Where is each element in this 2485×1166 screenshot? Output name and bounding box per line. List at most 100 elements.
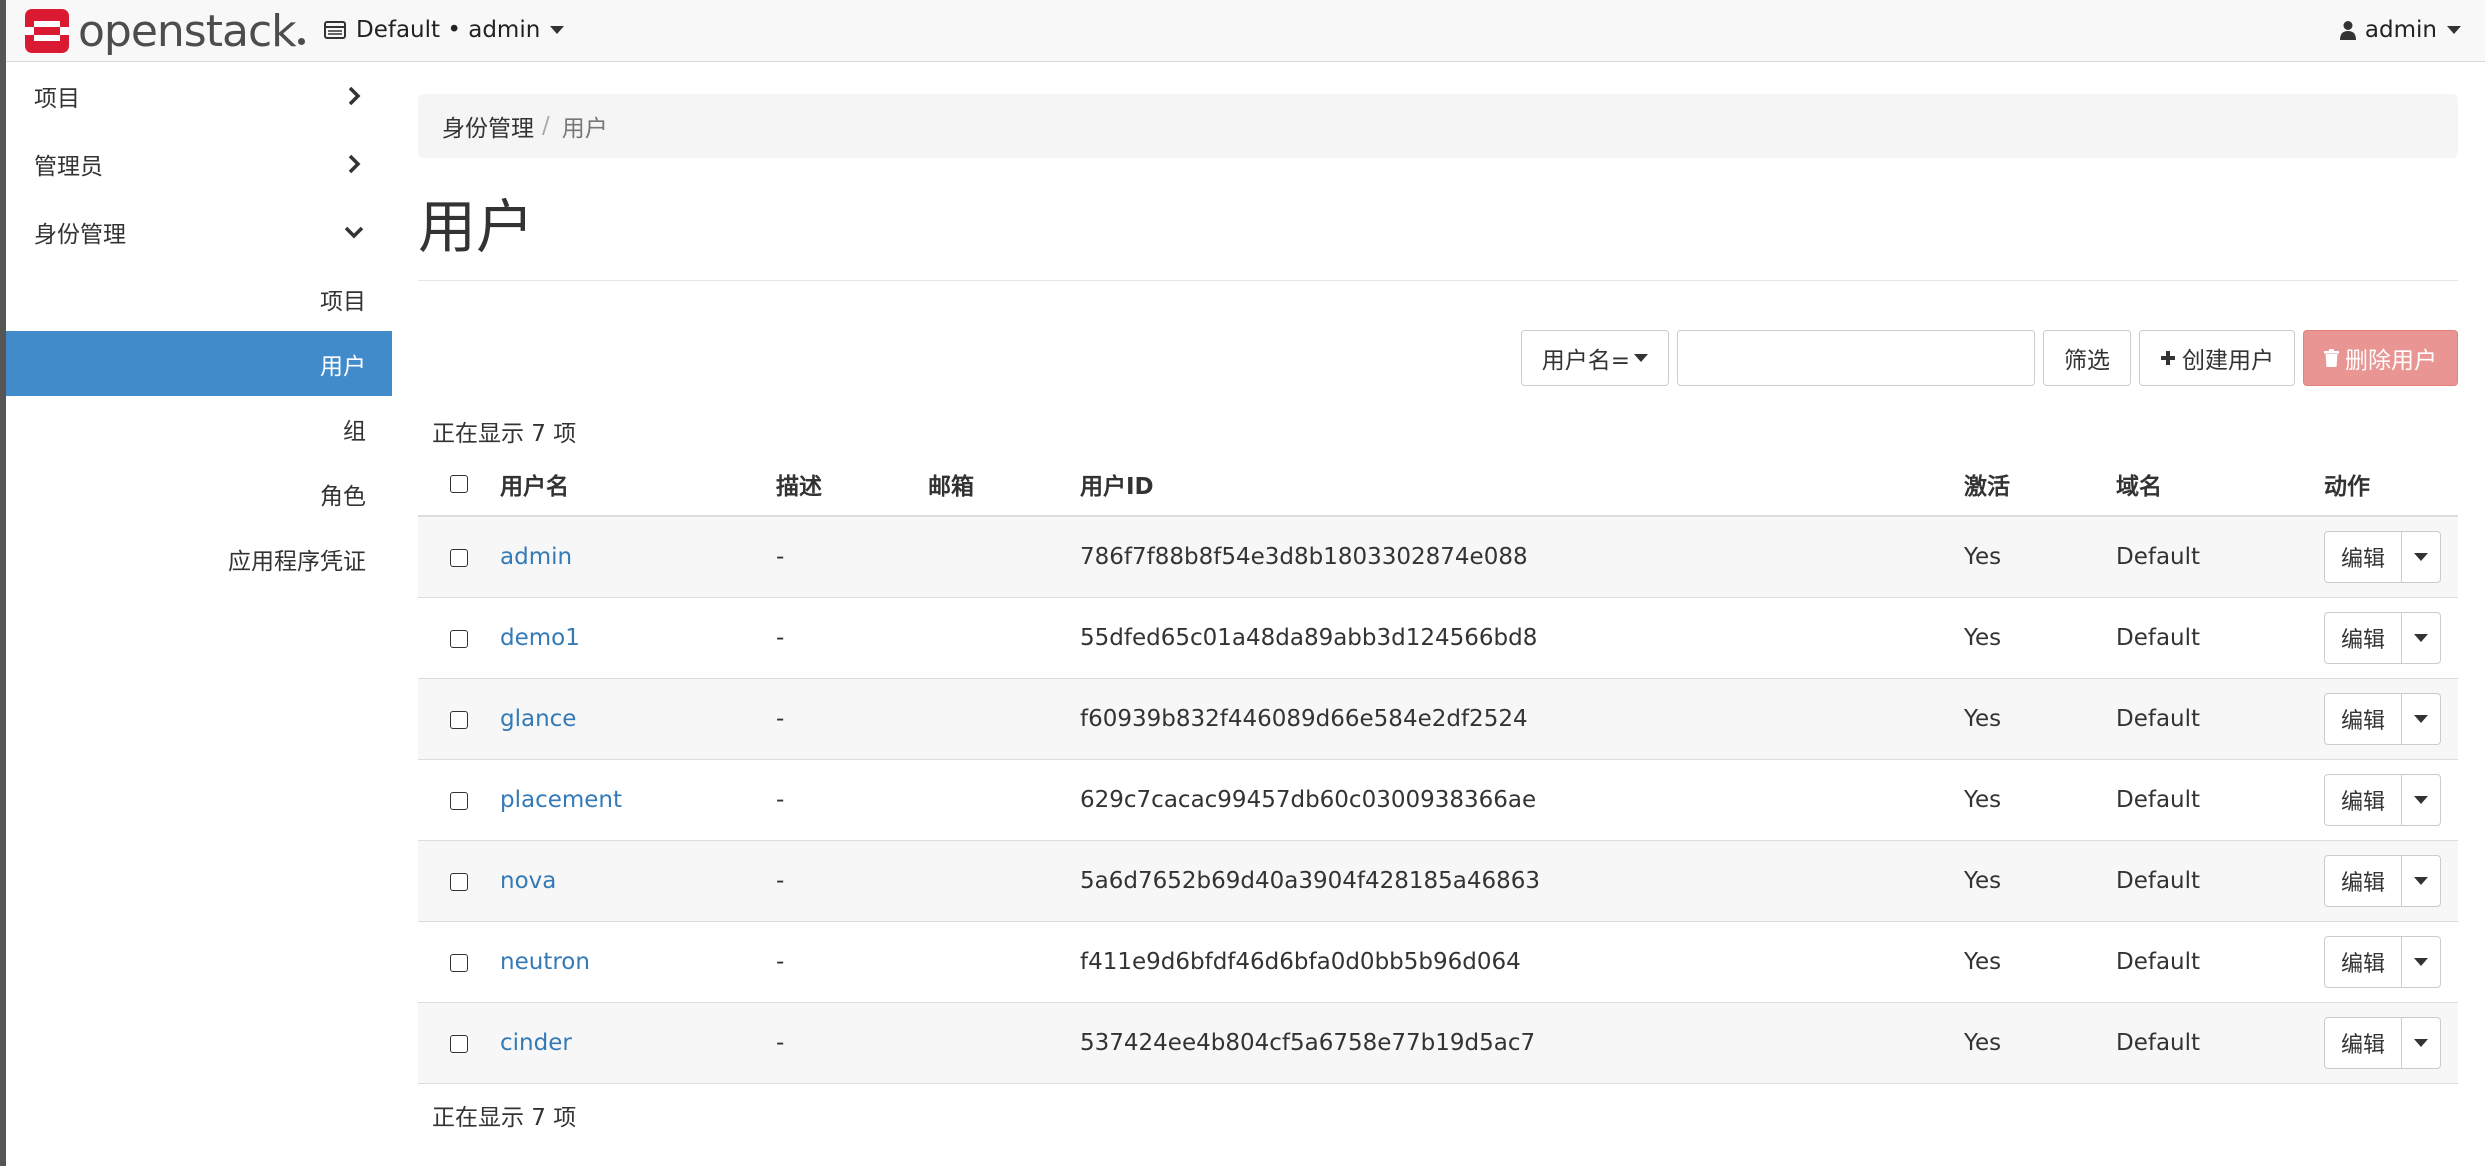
delete-users-button[interactable]: 删除用户 bbox=[2303, 330, 2458, 386]
cell-domain: Default bbox=[2116, 1002, 2324, 1084]
user-name-link[interactable]: cinder bbox=[500, 1030, 572, 1056]
row-actions-dropdown[interactable] bbox=[2402, 1018, 2440, 1068]
caret-down-icon bbox=[2414, 634, 2429, 642]
users-table: 用户名 描述 邮箱 用户ID 激活 域名 动作 admin - 786f7f88b8… bbox=[418, 452, 2458, 1084]
sidebar-subitem-roles[interactable]: 角色 bbox=[6, 461, 392, 526]
title-divider bbox=[418, 280, 2458, 281]
cell-actions: 编辑 bbox=[2324, 759, 2458, 841]
cell-email bbox=[928, 678, 1080, 760]
user-name-link[interactable]: admin bbox=[500, 544, 572, 570]
caret-down-icon bbox=[2414, 715, 2429, 723]
row-actions-dropdown[interactable] bbox=[2402, 775, 2440, 825]
cell-actions: 编辑 bbox=[2324, 597, 2458, 679]
cell-enabled: Yes bbox=[1964, 678, 2116, 760]
row-checkbox[interactable] bbox=[450, 629, 468, 648]
cell-user-id: 537424ee4b804cf5a6758e77b19d5ac7 bbox=[1080, 1002, 1964, 1084]
row-select-cell bbox=[418, 921, 500, 1003]
filter-button-label: 筛选 bbox=[2064, 348, 2110, 374]
caret-down-icon bbox=[1634, 354, 1648, 362]
edit-button[interactable]: 编辑 bbox=[2325, 937, 2403, 987]
cell-actions: 编辑 bbox=[2324, 1002, 2458, 1084]
edit-button[interactable]: 编辑 bbox=[2325, 694, 2403, 744]
breadcrumb-current: 用户 bbox=[561, 116, 608, 142]
caret-down-icon bbox=[2414, 877, 2429, 885]
row-actions-dropdown[interactable] bbox=[2402, 532, 2440, 582]
column-header-enabled[interactable]: 激活 bbox=[1964, 452, 2116, 517]
cell-enabled: Yes bbox=[1964, 597, 2116, 679]
column-header-actions: 动作 bbox=[2324, 452, 2458, 517]
sidebar-subitem-label: 组 bbox=[343, 418, 366, 445]
row-checkbox[interactable] bbox=[450, 872, 468, 891]
domain-project-dropdown[interactable]: Default • admin bbox=[324, 0, 565, 60]
cell-name: neutron bbox=[500, 921, 776, 1003]
column-header-description[interactable]: 描述 bbox=[776, 452, 928, 517]
row-checkbox[interactable] bbox=[450, 791, 468, 810]
row-action-group: 编辑 bbox=[2324, 855, 2442, 907]
breadcrumb-parent[interactable]: 身份管理 bbox=[442, 109, 534, 143]
edit-button[interactable]: 编辑 bbox=[2325, 856, 2403, 906]
row-actions-dropdown[interactable] bbox=[2402, 694, 2440, 744]
user-name-link[interactable]: demo1 bbox=[500, 625, 580, 651]
row-checkbox[interactable] bbox=[450, 710, 468, 729]
sidebar-subitem-label: 用户 bbox=[320, 353, 366, 380]
table-row: neutron - f411e9d6bfdf46d6bfa0d0bb5b96d064… bbox=[418, 921, 2458, 1003]
cell-enabled: Yes bbox=[1964, 515, 2116, 598]
top-navbar: openstack Default • admin admin bbox=[6, 0, 2485, 62]
edit-button[interactable]: 编辑 bbox=[2325, 775, 2403, 825]
cell-name: nova bbox=[500, 840, 776, 922]
user-name: admin bbox=[2364, 17, 2437, 43]
column-header-domain[interactable]: 域名 bbox=[2116, 452, 2324, 517]
filter-field-dropdown[interactable]: 用户名= bbox=[1520, 330, 1669, 386]
table-row: placement - 629c7cacac99457db60c0300938366… bbox=[418, 759, 2458, 841]
row-action-group: 编辑 bbox=[2324, 531, 2442, 583]
sidebar-item-admin[interactable]: 管理员 bbox=[6, 130, 392, 198]
cell-description: - bbox=[776, 759, 928, 841]
user-name-link[interactable]: nova bbox=[500, 868, 556, 894]
filter-input[interactable] bbox=[1677, 330, 2035, 386]
edit-button[interactable]: 编辑 bbox=[2325, 1018, 2403, 1068]
row-checkbox[interactable] bbox=[450, 953, 468, 972]
create-user-button[interactable]: 创建用户 bbox=[2139, 330, 2295, 386]
brand-dot bbox=[297, 37, 305, 45]
cell-enabled: Yes bbox=[1964, 1002, 2116, 1084]
edit-button[interactable]: 编辑 bbox=[2325, 613, 2403, 663]
item-count-bottom: 正在显示 7 项 bbox=[432, 1105, 577, 1131]
sidebar-subitem-app-credentials[interactable]: 应用程序凭证 bbox=[6, 526, 392, 591]
row-select-cell bbox=[418, 515, 500, 598]
sidebar-item-project[interactable]: 项目 bbox=[6, 62, 392, 130]
filter-button[interactable]: 筛选 bbox=[2043, 330, 2131, 386]
column-header-user-id[interactable]: 用户ID bbox=[1080, 452, 1964, 517]
column-header-name[interactable]: 用户名 bbox=[500, 452, 776, 517]
row-action-group: 编辑 bbox=[2324, 774, 2442, 826]
cell-name: cinder bbox=[500, 1002, 776, 1084]
brand[interactable]: openstack bbox=[24, 6, 305, 57]
cell-actions: 编辑 bbox=[2324, 840, 2458, 922]
server-icon bbox=[324, 21, 346, 39]
row-action-group: 编辑 bbox=[2324, 612, 2442, 664]
cell-domain: Default bbox=[2116, 597, 2324, 679]
user-name-link[interactable]: placement bbox=[500, 787, 622, 813]
sidebar-subitem-users[interactable]: 用户 bbox=[6, 331, 392, 396]
user-menu-dropdown[interactable]: admin bbox=[2339, 0, 2461, 60]
sidebar-subitem-groups[interactable]: 组 bbox=[6, 396, 392, 461]
row-actions-dropdown[interactable] bbox=[2402, 856, 2440, 906]
row-action-group: 编辑 bbox=[2324, 936, 2442, 988]
row-checkbox[interactable] bbox=[450, 1034, 468, 1053]
row-actions-dropdown[interactable] bbox=[2402, 613, 2440, 663]
column-header-email[interactable]: 邮箱 bbox=[928, 452, 1080, 517]
sidebar-item-label: 管理员 bbox=[34, 154, 103, 180]
sidebar-subitem-label: 应用程序凭证 bbox=[228, 548, 366, 575]
sidebar-subitem-projects[interactable]: 项目 bbox=[6, 266, 392, 331]
cell-enabled: Yes bbox=[1964, 759, 2116, 841]
select-all-checkbox[interactable] bbox=[450, 475, 468, 493]
delete-users-label: 删除用户 bbox=[2345, 348, 2437, 374]
row-actions-dropdown[interactable] bbox=[2402, 937, 2440, 987]
sidebar-item-identity[interactable]: 身份管理 bbox=[6, 198, 392, 266]
chevron-right-icon bbox=[348, 86, 361, 106]
row-action-group: 编辑 bbox=[2324, 1017, 2442, 1069]
row-checkbox[interactable] bbox=[450, 548, 468, 567]
caret-down-icon bbox=[2414, 958, 2429, 966]
user-name-link[interactable]: neutron bbox=[500, 949, 590, 975]
user-name-link[interactable]: glance bbox=[500, 706, 576, 732]
edit-button[interactable]: 编辑 bbox=[2325, 532, 2403, 582]
